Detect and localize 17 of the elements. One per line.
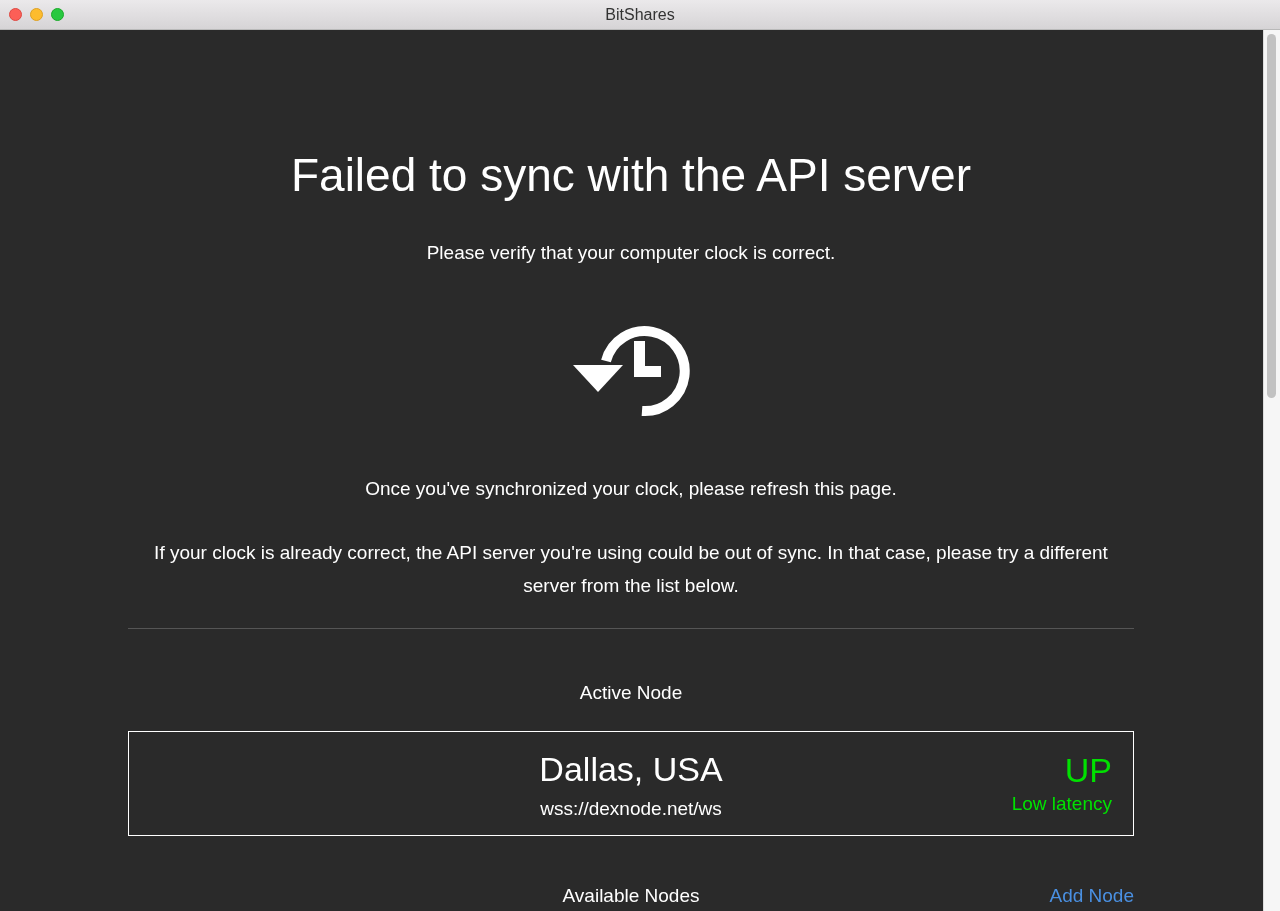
close-button[interactable]	[9, 8, 22, 21]
subtitle-text: Please verify that your computer clock is correct.	[425, 241, 837, 266]
info-paragraph: If your clock is already correct, the API server you're using could be out of sync. In that case, please try a different server from the list below.	[153, 540, 1109, 598]
maximize-button[interactable]	[51, 8, 64, 21]
scrollbar-thumb[interactable]	[1267, 34, 1276, 398]
section-label: Active Node	[578, 680, 684, 705]
add-node-link[interactable]: Add Node	[1049, 882, 1134, 911]
section-label: Available Nodes	[562, 885, 700, 907]
info-paragraph: Once you've synchronized your clock, please refresh this page.	[364, 476, 898, 501]
scrollbar[interactable]	[1263, 30, 1280, 911]
node-status: UP	[1063, 752, 1112, 790]
minimize-button[interactable]	[30, 8, 43, 21]
latency-text: Low latency	[1011, 791, 1112, 816]
error-heading: Failed to sync with the API server	[289, 148, 973, 203]
node-name: Dallas, USA	[539, 749, 723, 791]
window-title: BitShares	[605, 4, 675, 25]
node-url: wss://dexnode.net/ws	[540, 797, 722, 822]
